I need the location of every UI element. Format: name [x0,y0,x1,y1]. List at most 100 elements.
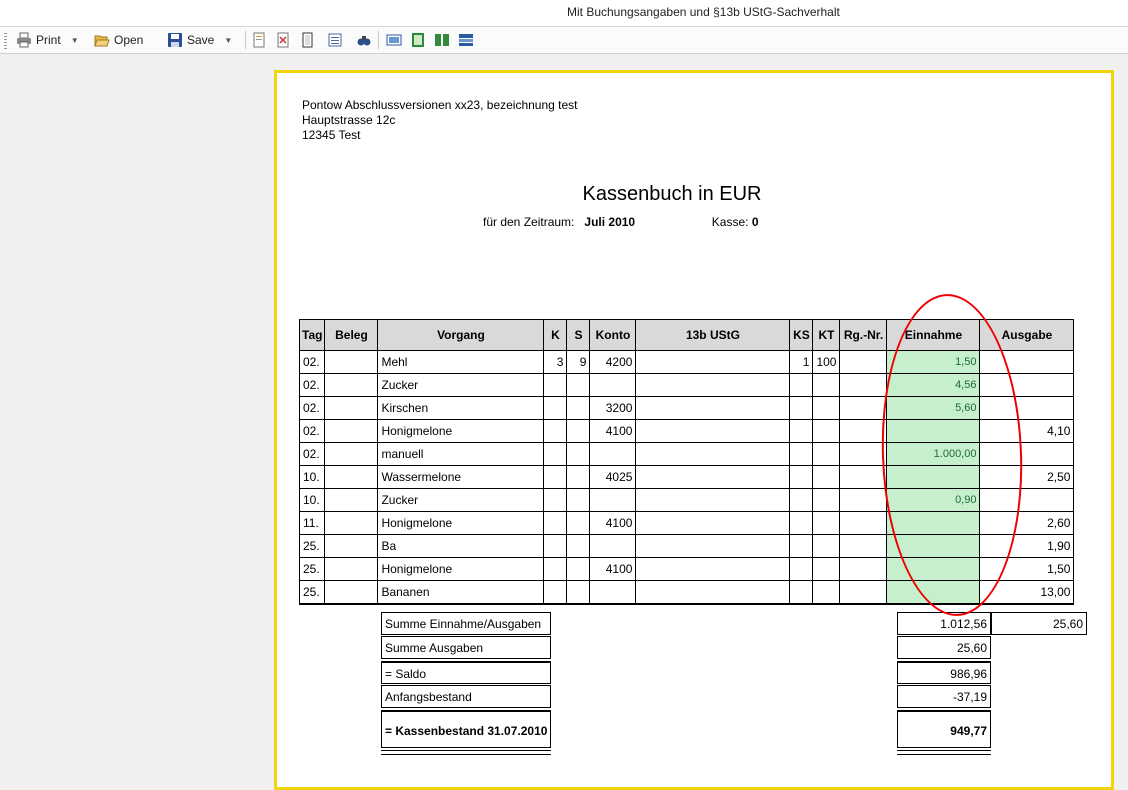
cell-ausgabe: 1,90 [979,534,1075,558]
table-header-row: Tag Beleg Vorgang K S Konto 13b UStG KS … [298,319,1075,351]
cell-beleg [324,557,379,581]
cell-ks [789,373,814,397]
cell-ks [789,396,814,420]
cell-rg [839,373,888,397]
open-button[interactable]: Open [94,31,143,49]
window-title: Mit Buchungsangaben und §13b UStG-Sachve… [567,5,840,19]
cell-konto [589,488,637,512]
cell-vorgang: manuell [377,442,545,466]
address-line: Pontow Abschlussversionen xx23, bezeichn… [302,98,578,112]
cell-k [543,580,568,605]
cell-ausgabe [979,488,1075,512]
left-pane [0,54,273,773]
cell-ausgabe [979,373,1075,397]
cell-konto [589,373,637,397]
kassenbestand-label: = Kassenbestand 31.07.2010 [381,710,551,748]
cell-k [543,442,568,466]
print-label: Print [36,33,61,47]
kasse-value: 0 [751,215,759,229]
toolbar-separator [378,31,379,49]
cell-ustg [635,511,791,535]
cell-ausgabe: 1,50 [979,557,1075,581]
cell-kt [812,465,841,489]
cell-k [543,534,568,558]
cell-kt [812,419,841,443]
cell-rg [839,396,888,420]
print-dropdown-icon[interactable]: ▼ [71,36,79,45]
toolbar-grip[interactable] [4,33,7,49]
delete-page-icon[interactable] [275,32,291,48]
cell-vorgang: Mehl [377,350,545,374]
table-row: 02. manuell 1.000,00 [298,442,1075,466]
anfangsbestand-value: -37,19 [897,685,991,708]
double-underline [897,750,991,755]
report-page: Pontow Abschlussversionen xx23, bezeichn… [274,70,1114,790]
summe-ea-label: Summe Einnahme/Ausgaben [381,612,551,635]
cell-rg [839,465,888,489]
cell-vorgang: Honigmelone [377,511,545,535]
cell-s [566,373,591,397]
save-button[interactable]: Save ▼ [167,31,232,49]
cell-einnahme [886,557,981,581]
kassenbestand-value: 949,77 [897,710,991,748]
cell-einnahme: 4,56 [886,373,981,397]
double-underline [381,750,551,755]
cell-beleg [324,511,379,535]
cell-kt [812,442,841,466]
cell-k [543,465,568,489]
cell-s [566,442,591,466]
cell-vorgang: Wassermelone [377,465,545,489]
open-label: Open [114,33,144,47]
cell-ustg [635,419,791,443]
cell-ks [789,442,814,466]
cell-tag: 10. [298,488,326,512]
cell-kt [812,373,841,397]
kasse-label: Kasse: [711,215,749,229]
table-row: 10. Zucker 0,90 [298,488,1075,512]
summe-ea-einnahme: 1.012,56 [897,612,991,635]
cell-ustg [635,396,791,420]
two-pages-icon[interactable] [434,32,450,48]
cell-ustg [635,557,791,581]
company-address: Pontow Abschlussversionen xx23, bezeichn… [302,98,578,143]
table-row: 25. Ba 1,90 [298,534,1075,558]
cell-kt [812,396,841,420]
cell-einnahme [886,465,981,489]
saldo-label: = Saldo [381,661,551,684]
cell-k [543,396,568,420]
cell-vorgang: Honigmelone [377,419,545,443]
cell-ks [789,580,814,605]
properties-icon[interactable] [327,32,343,48]
save-dropdown-icon[interactable]: ▼ [224,36,232,45]
page-setup-icon[interactable] [299,32,315,48]
cell-beleg [324,488,379,512]
toolbar: Print ▼ Open Save ▼ [0,27,1128,54]
cell-beleg [324,350,379,374]
multiple-pages-icon[interactable] [458,32,474,48]
anfangsbestand-label: Anfangsbestand [381,685,551,708]
printer-icon [16,32,32,48]
col-konto: Konto [589,319,637,351]
report-period: für den Zeitraum: Juli 2010 Kasse: 0 [483,215,759,229]
summe-ausgaben-value: 25,60 [897,636,991,659]
cell-s [566,396,591,420]
new-page-icon[interactable] [251,32,267,48]
window-titlebar: Mit Buchungsangaben und §13b UStG-Sachve… [0,0,1128,27]
cell-k [543,488,568,512]
cell-ks [789,511,814,535]
saldo-value: 986,96 [897,661,991,684]
page-width-icon[interactable] [410,32,426,48]
col-rg-nr: Rg.-Nr. [839,319,888,351]
print-button[interactable]: Print ▼ [16,31,79,49]
address-line: Hauptstrasse 12c [302,113,396,127]
cell-ausgabe: 13,00 [979,580,1075,605]
col-beleg: Beleg [324,319,379,351]
cell-ausgabe [979,442,1075,466]
cell-beleg [324,465,379,489]
cell-einnahme [886,419,981,443]
find-icon[interactable] [356,32,372,48]
cell-ausgabe: 4,10 [979,419,1075,443]
single-page-icon[interactable] [386,32,402,48]
cell-rg [839,580,888,605]
cell-kt: 100 [812,350,841,374]
